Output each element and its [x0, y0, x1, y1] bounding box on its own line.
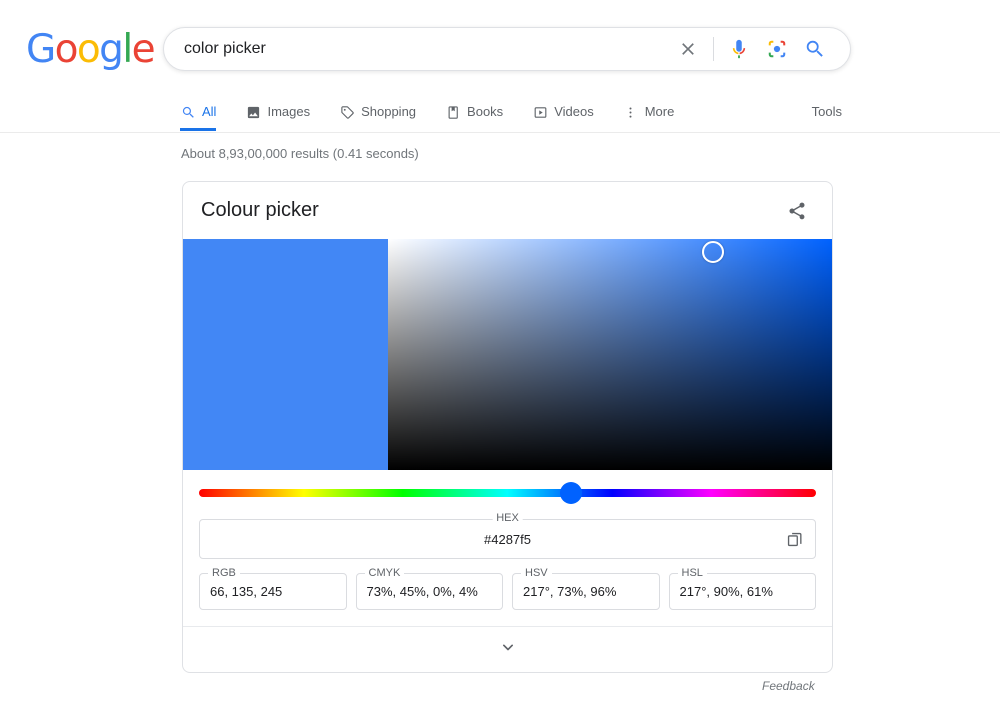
- tab-shopping[interactable]: Shopping: [339, 93, 429, 131]
- logo-letter: e: [131, 27, 156, 72]
- hue-slider-handle[interactable]: [560, 481, 583, 504]
- search-bar[interactable]: [163, 27, 851, 71]
- tab-all[interactable]: All: [180, 93, 229, 131]
- copy-icon[interactable]: [779, 524, 809, 554]
- rgb-label: RGB: [208, 567, 240, 579]
- logo-letter: l: [122, 27, 133, 72]
- gradient-cursor-handle[interactable]: [702, 240, 725, 263]
- hsl-field[interactable]: HSL 217°, 90%, 61%: [668, 567, 816, 610]
- search-divider: [713, 37, 714, 61]
- hsv-value: 217°, 73%, 96%: [523, 584, 617, 599]
- tab-more[interactable]: More: [623, 93, 688, 131]
- search-tabs: All Images Shopping Books Videos More: [180, 93, 703, 133]
- tab-label: Videos: [554, 104, 594, 119]
- hsl-value: 217°, 90%, 61%: [679, 584, 773, 599]
- google-logo[interactable]: Google: [26, 27, 156, 72]
- colour-swatch-preview: [183, 239, 388, 470]
- tab-books[interactable]: Books: [445, 93, 516, 131]
- logo-letter: o: [76, 27, 101, 72]
- search-bar-actions: [669, 30, 850, 68]
- video-icon: [532, 104, 548, 120]
- logo-letter: o: [54, 27, 79, 72]
- hex-label: HEX: [492, 512, 523, 524]
- tab-videos[interactable]: Videos: [532, 93, 607, 131]
- tab-label: Images: [267, 104, 311, 119]
- cmyk-value: 73%, 45%, 0%, 4%: [366, 584, 478, 599]
- hsv-field[interactable]: HSV 217°, 73%, 96%: [512, 567, 660, 610]
- hue-slider-track[interactable]: [199, 481, 816, 504]
- expand-card-button[interactable]: [183, 626, 832, 672]
- logo-letter: G: [26, 27, 56, 72]
- saturation-value-gradient[interactable]: [388, 239, 832, 470]
- cmyk-label: CMYK: [364, 567, 405, 579]
- page-title: Colour picker: [201, 199, 319, 221]
- tag-icon: [339, 104, 355, 120]
- logo-letter: g: [99, 27, 124, 72]
- cmyk-field[interactable]: CMYK 73%, 45%, 0%, 4%: [355, 567, 503, 610]
- tab-label: More: [644, 104, 675, 119]
- rgb-value: 66, 135, 245: [210, 584, 283, 599]
- tab-images[interactable]: Images: [245, 93, 323, 131]
- tab-label: All: [202, 104, 217, 119]
- hex-field-row: HEX #4287f5: [183, 512, 832, 559]
- hex-field[interactable]: HEX #4287f5: [199, 512, 816, 559]
- search-input[interactable]: [164, 28, 669, 70]
- tab-label: Shopping: [361, 104, 417, 119]
- image-icon: [245, 104, 261, 120]
- value-layer: [388, 239, 832, 470]
- card-header: Colour picker: [183, 182, 832, 239]
- google-lens-icon[interactable]: [758, 30, 796, 68]
- search-submit-icon[interactable]: [796, 30, 834, 68]
- hsv-label: HSV: [521, 567, 552, 579]
- search-icon: [180, 104, 196, 120]
- result-stats: About 8,93,00,000 results (0.41 seconds): [181, 146, 419, 161]
- colour-picker-card: Colour picker HEX #4287f5 RGB 66, 135, 2…: [182, 181, 833, 673]
- colour-format-fields: RGB 66, 135, 245 CMYK 73%, 45%, 0%, 4% H…: [183, 559, 832, 610]
- page-header: Google: [0, 0, 1000, 93]
- hsl-label: HSL: [677, 567, 707, 579]
- hue-slider-row: [183, 470, 832, 515]
- tab-label: Books: [467, 104, 504, 119]
- search-nav-bar: All Images Shopping Books Videos More To…: [0, 93, 1000, 133]
- book-icon: [445, 104, 461, 120]
- feedback-link[interactable]: Feedback: [762, 679, 815, 693]
- chevron-down-icon: [498, 637, 518, 662]
- share-icon[interactable]: [780, 194, 814, 228]
- microphone-icon[interactable]: [720, 30, 758, 68]
- colour-preview-area: [183, 239, 832, 470]
- hex-value: #4287f5: [484, 531, 531, 547]
- kebab-menu-icon: [623, 104, 639, 120]
- clear-icon[interactable]: [669, 30, 707, 68]
- tools-button[interactable]: Tools: [812, 93, 842, 131]
- rgb-field[interactable]: RGB 66, 135, 245: [199, 567, 347, 610]
